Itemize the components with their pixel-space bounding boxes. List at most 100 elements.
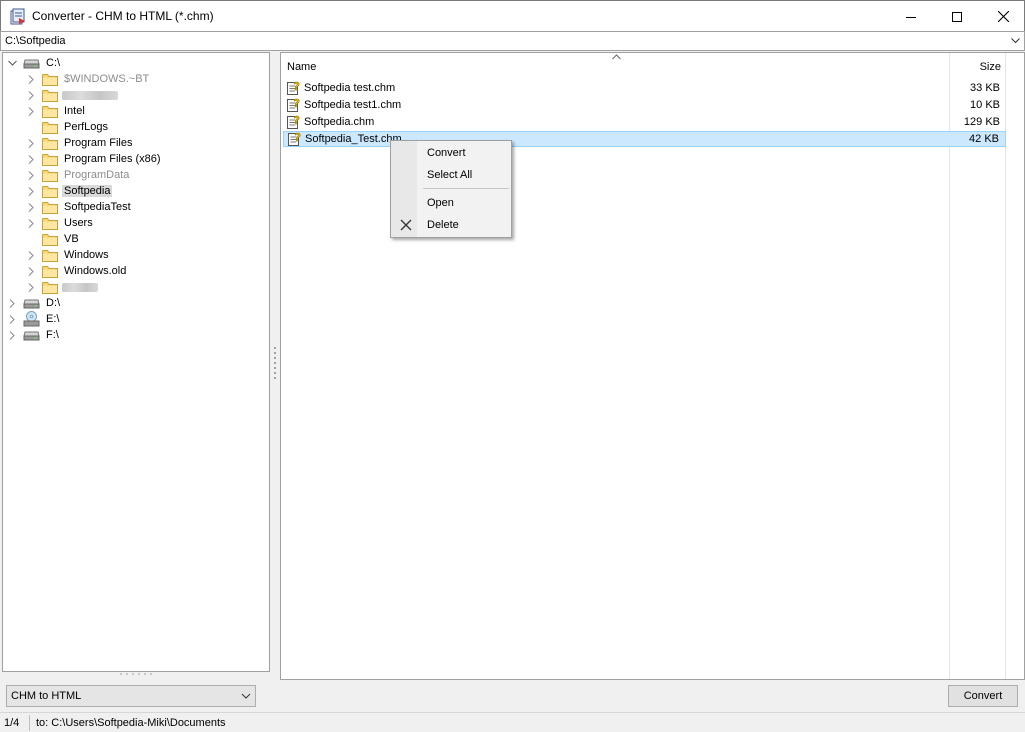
tree-item-label: $WINDOWS.~BT (64, 73, 150, 85)
folder-icon (42, 233, 58, 246)
chevron-right-icon[interactable] (26, 151, 36, 167)
context-menu: Convert Select All Open Delete (390, 140, 512, 238)
context-menu-delete[interactable]: Delete (393, 214, 509, 236)
tree-folder-item[interactable]: Program Files (26, 135, 134, 151)
file-name: Softpedia test.chm (304, 82, 396, 94)
tree-folder-item[interactable] (26, 279, 98, 295)
tree-folder-item[interactable]: SoftpediaTest (26, 199, 133, 215)
chevron-right-icon[interactable] (26, 199, 36, 215)
chevron-right-icon[interactable] (26, 247, 36, 263)
file-row[interactable]: ? Softpedia.chm 129 KB (283, 114, 1006, 130)
svg-text:?: ? (294, 114, 300, 127)
maximize-icon (952, 11, 962, 22)
column-divider[interactable] (1005, 53, 1006, 679)
convert-button[interactable]: Convert (948, 685, 1018, 707)
splitter-grip (274, 347, 276, 349)
tree-folder-item[interactable]: PerfLogs (26, 119, 110, 135)
list-header: Name Size (281, 53, 1024, 80)
tree-drive-item[interactable]: D:\ (7, 295, 62, 311)
hard-drive-icon (23, 57, 40, 69)
chevron-right-icon[interactable] (26, 135, 36, 151)
chm-file-icon: ? (286, 114, 302, 130)
tree-folder-item[interactable]: Intel (26, 103, 87, 119)
chevron-right-icon[interactable] (26, 215, 36, 231)
file-size: 10 KB (970, 99, 1000, 111)
chevron-right-icon[interactable] (26, 263, 36, 279)
conversion-mode-select[interactable]: CHM to HTML (6, 685, 256, 707)
chevron-right-icon (26, 119, 36, 135)
tree-folder-item[interactable]: $WINDOWS.~BT (26, 71, 151, 87)
chevron-right-icon[interactable] (7, 311, 17, 327)
column-divider[interactable] (949, 53, 950, 679)
context-menu-select-all-label: Select All (427, 169, 473, 181)
pane-splitter[interactable] (272, 52, 279, 680)
chevron-right-icon[interactable] (26, 279, 36, 295)
tree-item-label: E:\ (46, 313, 60, 325)
chevron-right-icon (26, 231, 36, 247)
status-file-count: 1/4 (4, 717, 20, 729)
tree-folder-item[interactable]: Program Files (x86) (26, 151, 163, 167)
cd-drive-icon (23, 311, 40, 327)
context-menu-open-label: Open (427, 197, 454, 209)
tree-item-label: Softpedia (62, 185, 113, 197)
tree-item-label: PerfLogs (64, 121, 109, 133)
tree-folder-item[interactable]: VB (26, 231, 81, 247)
tree-item-label: D:\ (46, 297, 61, 309)
minimize-button[interactable] (888, 1, 934, 32)
context-menu-open[interactable]: Open (393, 192, 509, 214)
tree-item-label: VB (64, 233, 79, 245)
splitter-grip (150, 673, 152, 675)
maximize-button[interactable] (934, 1, 980, 32)
splitter-grip (126, 673, 128, 675)
chevron-right-icon[interactable] (7, 327, 17, 343)
chevron-right-icon[interactable] (26, 183, 36, 199)
context-menu-delete-label: Delete (427, 219, 459, 231)
tree-item-label: Windows (64, 249, 109, 261)
tree-folder-item[interactable] (26, 87, 118, 103)
tree-drive-item[interactable]: F:\ (7, 327, 61, 343)
status-destination: to: C:\Users\Softpedia-Miki\Documents (36, 717, 226, 729)
folder-icon (42, 185, 58, 198)
chevron-right-icon[interactable] (26, 71, 36, 87)
folder-icon (42, 105, 58, 118)
tree-folder-item[interactable]: ProgramData (26, 167, 131, 183)
chevron-down-icon[interactable] (1008, 34, 1022, 48)
hard-drive-icon (23, 329, 40, 341)
chm-file-icon: ? (286, 80, 302, 96)
context-menu-convert-label: Convert (427, 147, 466, 159)
delete-x-icon (399, 218, 413, 232)
minimize-icon (906, 16, 916, 18)
tree-folder-item[interactable]: Softpedia (26, 183, 113, 199)
tree-folder-item[interactable]: Windows (26, 247, 111, 263)
splitter-grip (274, 362, 276, 364)
tree-drive-item[interactable]: C:\ (7, 55, 62, 71)
chevron-right-icon[interactable] (26, 167, 36, 183)
redacted-label (62, 90, 118, 100)
context-menu-convert[interactable]: Convert (393, 142, 509, 164)
file-size: 129 KB (963, 116, 1000, 128)
chevron-right-icon[interactable] (26, 87, 36, 103)
folder-icon (42, 89, 58, 102)
column-header-name[interactable]: Name (287, 61, 316, 73)
folder-icon (42, 73, 58, 86)
tree-folder-item[interactable]: Windows.old (26, 263, 128, 279)
context-menu-select-all[interactable]: Select All (393, 164, 509, 186)
close-icon (997, 11, 1009, 22)
column-header-size[interactable]: Size (980, 61, 1001, 73)
file-row[interactable]: ? Softpedia test.chm 33 KB (283, 80, 1006, 96)
chevron-down-icon[interactable] (7, 55, 17, 71)
chevron-right-icon[interactable] (7, 295, 17, 311)
path-combobox[interactable]: C:\Softpedia (0, 31, 1025, 51)
splitter-grip (144, 673, 146, 675)
file-row[interactable]: ? Softpedia test1.chm 10 KB (283, 97, 1006, 113)
chevron-right-icon[interactable] (26, 103, 36, 119)
tree-folder-item[interactable]: Users (26, 215, 95, 231)
close-button[interactable] (980, 1, 1025, 32)
status-separator (29, 715, 30, 731)
folder-icon (42, 121, 58, 134)
tree-drive-item[interactable]: E:\ (7, 311, 61, 327)
tree-item-label: F:\ (46, 329, 59, 341)
converter-app-icon (10, 8, 27, 25)
tree-item-label: Program Files (64, 137, 133, 149)
folder-tree[interactable]: C:\ $WINDOWS.~BT Intel PerfLogs Program File… (2, 52, 270, 672)
